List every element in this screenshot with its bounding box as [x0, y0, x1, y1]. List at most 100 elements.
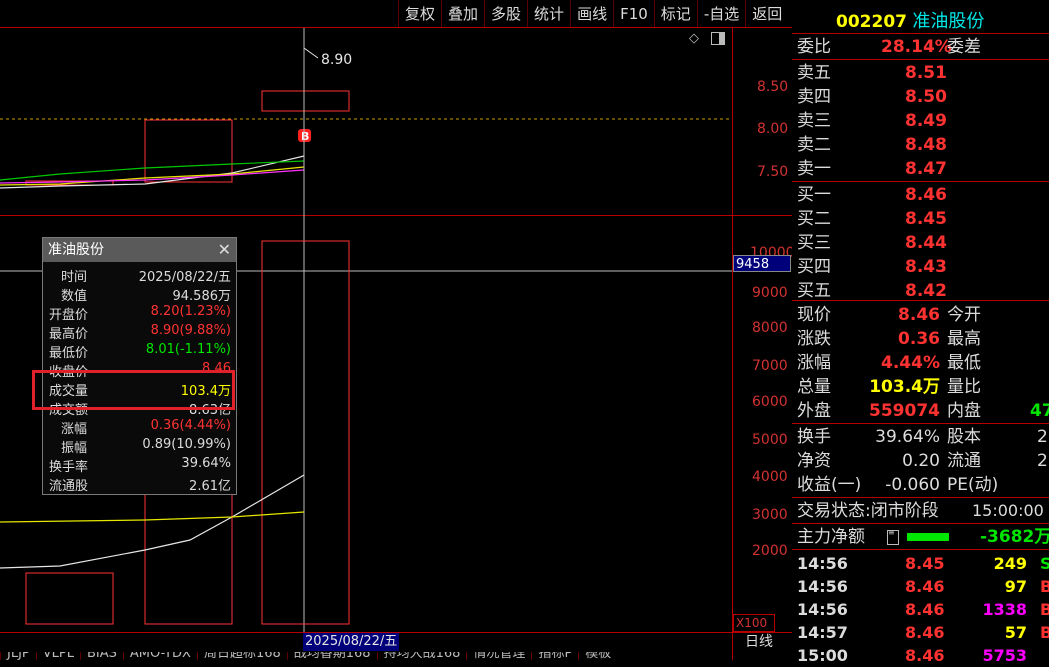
quote-value: 8.46 — [898, 305, 940, 325]
tick-row: 15:00 8.46 5753 — [797, 645, 1027, 667]
diamond-icon[interactable]: ◇ — [689, 31, 699, 46]
volume-tick: 8000 — [752, 320, 788, 336]
tick-price: 8.46 — [905, 600, 945, 619]
data-window-header[interactable]: 准油股份 ✕ — [43, 238, 236, 262]
data-window-row: 涨幅 0.36(4.44%) — [43, 418, 233, 437]
data-window-value: 94.586万 — [172, 289, 232, 304]
weibi-value: 28.14% — [881, 37, 952, 57]
volume-tick: 9000 — [752, 285, 788, 301]
stock-code: 002207 — [836, 12, 907, 32]
price-axis-border — [732, 28, 733, 660]
indicator-tabs: JLJP VLPL BIAS AMO-TDX 周日超标168 战均香期168 持均大战168… — [0, 652, 792, 660]
window-icon[interactable] — [711, 32, 725, 45]
bid-row: 买五 8.42 — [797, 280, 947, 302]
finance-label: PE(动) — [947, 475, 999, 495]
finance-value: 39.64% — [875, 427, 940, 447]
data-window[interactable]: 准油股份 ✕ 时间 2025/08/22/五 数值 94.586万 开盘价 8.20(1.… — [42, 237, 237, 495]
bid-label: 买二 — [797, 209, 831, 229]
toolbar-item[interactable]: 统计 — [527, 0, 570, 28]
data-window-value: 0.36(4.44%) — [150, 418, 231, 433]
weibi-row: 委比 28.14% 委差 — [797, 36, 981, 58]
volume-bar-3 — [261, 240, 350, 625]
bid-row: 买三 8.44 — [797, 232, 947, 254]
tick-price: 8.46 — [905, 623, 945, 642]
quote-row: 外盘 559074 内盘 47 — [797, 400, 1049, 422]
tick-row: 14:56 8.46 1338 B — [797, 599, 1049, 621]
ask-label: 卖五 — [797, 63, 831, 83]
flow-bar — [907, 533, 949, 541]
data-window-label: 最低价 — [49, 346, 89, 361]
close-icon[interactable]: ✕ — [218, 238, 231, 262]
quote-value: 0.36 — [898, 329, 940, 349]
main-flow-row: 主力净额 ≡ -3682万 — [797, 526, 1049, 548]
indicator-tab[interactable]: 情况管理 — [466, 652, 531, 660]
data-window-title: 准油股份 — [48, 242, 104, 258]
indicator-tab[interactable]: 战均香期168 — [286, 652, 377, 660]
tick-volume: 97 — [1004, 577, 1027, 596]
quote-row: 现价 8.46 今开 — [797, 304, 981, 326]
finance-value: 0.20 — [902, 451, 940, 471]
toolbar-item[interactable]: 复权 — [398, 0, 441, 28]
price-tick: 8.50 — [757, 79, 789, 95]
bid-row: 买二 8.45 — [797, 208, 947, 230]
ask-price: 8.47 — [905, 159, 947, 179]
ask-price: 8.50 — [905, 87, 947, 107]
quote-value: 47 — [1030, 401, 1049, 421]
bid-price: 8.46 — [905, 185, 947, 205]
indicator-tab[interactable]: 周日超标168 — [196, 652, 287, 660]
bid-label: 买四 — [797, 257, 831, 277]
quote-value: 559074 — [869, 401, 940, 421]
main-flow-value: -3682万 — [980, 527, 1049, 547]
indicator-tab[interactable]: 指标P — [531, 652, 578, 660]
toolbar-item[interactable]: -自选 — [696, 0, 745, 28]
tick-time: 14:57 — [797, 623, 848, 642]
toolbar-item[interactable]: 多股 — [484, 0, 527, 28]
stock-header: 002207 准油股份 — [836, 7, 984, 33]
candle-2 — [144, 119, 233, 183]
volume-scale-label: X100 — [733, 614, 775, 632]
bid-row: 买四 8.43 — [797, 256, 947, 278]
bid-price: 8.45 — [905, 209, 947, 229]
tick-row: 14:56 8.46 97 B — [797, 576, 1049, 598]
stock-name: 准油股份 — [912, 11, 985, 32]
ask-label: 卖三 — [797, 111, 831, 131]
ask-label: 卖一 — [797, 159, 831, 179]
weicha-label: 委差 — [947, 37, 981, 57]
toolbar-item[interactable]: 返回 — [745, 0, 788, 28]
volume-bar-1 — [25, 572, 114, 625]
volume-tick: 7000 — [752, 358, 788, 374]
period-selector[interactable]: 日线 — [745, 633, 773, 651]
data-window-label: 流通股 — [49, 479, 89, 494]
toolbar-item[interactable]: F10 — [613, 0, 654, 28]
indicator-tab[interactable]: VLPL — [35, 652, 80, 660]
ask-price: 8.49 — [905, 111, 947, 131]
quote-row: 总量 103.4万 量比 — [797, 376, 981, 398]
quote-value: 103.4万 — [869, 377, 940, 397]
tick-side: B — [1040, 600, 1049, 619]
finance-label: 流通 — [947, 451, 981, 471]
details-icon[interactable]: ≡ — [887, 529, 899, 545]
tick-price: 8.46 — [905, 577, 945, 596]
volume-tick: 4000 — [752, 469, 788, 485]
indicator-tab[interactable]: 持均大战168 — [376, 652, 467, 660]
indicator-tab[interactable]: 模板 — [578, 652, 617, 660]
data-window-row: 换手率 39.64% — [43, 456, 233, 475]
trade-status-label: 交易状态: — [797, 501, 871, 521]
data-window-label: 换手率 — [49, 460, 89, 475]
quote-label: 今开 — [947, 305, 981, 325]
data-window-value: 8.01(-1.11%) — [145, 342, 231, 357]
data-window-value: 2025/08/22/五 — [138, 270, 231, 285]
tick-volume: 5753 — [982, 646, 1027, 665]
indicator-tab[interactable]: BIAS — [79, 652, 123, 660]
tick-time: 14:56 — [797, 577, 848, 596]
finance-row: 换手39.64%股本2. — [797, 426, 1049, 448]
indicator-tab[interactable]: AMO-TDX — [122, 652, 197, 660]
toolbar-item[interactable]: 叠加 — [441, 0, 484, 28]
finance-row: 净资0.20流通2. — [797, 450, 1049, 472]
toolbar-item[interactable]: 标记 — [653, 0, 697, 28]
highlight-box — [32, 370, 235, 410]
toolbar-item[interactable]: 画线 — [570, 0, 613, 28]
candle-3 — [261, 90, 350, 112]
indicator-tab[interactable]: JLJP — [0, 652, 36, 660]
quote-value: 4.44% — [881, 353, 940, 373]
